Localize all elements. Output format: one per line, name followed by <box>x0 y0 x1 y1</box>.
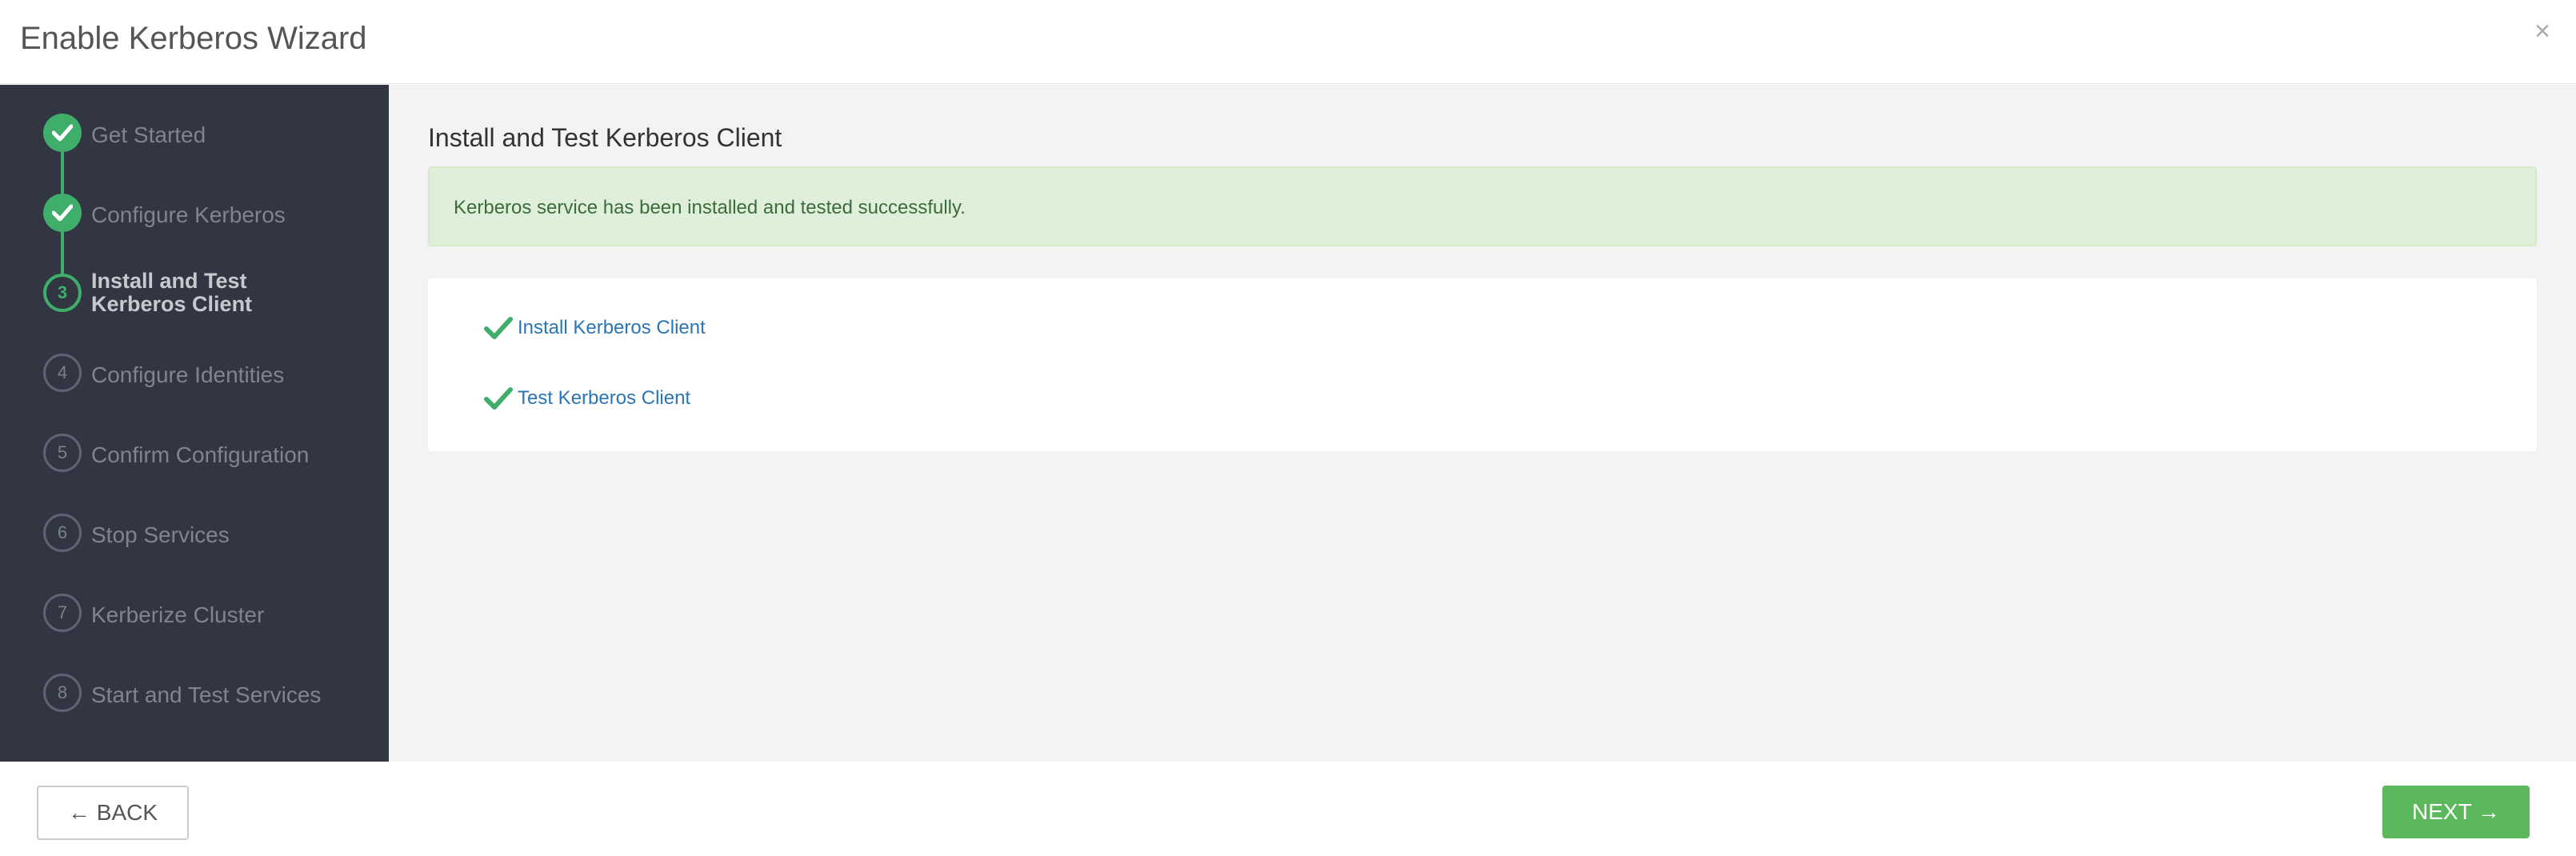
check-icon <box>484 387 513 410</box>
close-icon[interactable]: × <box>2534 18 2550 45</box>
task-panel: Install Kerberos Client Test Kerberos Cl… <box>428 278 2537 451</box>
page-title: Install and Test Kerberos Client <box>428 123 782 152</box>
step-get-started: Get Started <box>0 114 389 162</box>
wizard-title: Enable Kerberos Wizard <box>20 21 367 56</box>
step-label: Get Started <box>91 122 206 147</box>
step-label-line: Install and Test <box>91 269 247 293</box>
task-test-kerberos-client: Test Kerberos Client <box>484 382 690 414</box>
check-icon <box>43 114 82 152</box>
step-start-and-test-services: 8 Start and Test Services <box>0 674 389 722</box>
step-label: Stop Services <box>91 522 230 547</box>
wizard-steps-sidebar: Get Started Configure Kerberos 3 Install… <box>0 85 389 762</box>
wizard-header: Enable Kerberos Wizard × <box>0 0 2576 84</box>
wizard-content: Install and Test Kerberos Client Kerbero… <box>389 85 2576 762</box>
back-button[interactable]: ← BACK <box>37 786 189 840</box>
step-install-and-test: 3 Install and Test Kerberos Client <box>0 270 389 322</box>
step-number-badge: 7 <box>43 594 82 632</box>
step-label: Kerberize Cluster <box>91 602 265 627</box>
task-link[interactable]: Test Kerberos Client <box>518 387 690 410</box>
task-install-kerberos-client: Install Kerberos Client <box>484 312 706 344</box>
step-number-badge: 3 <box>43 274 82 312</box>
wizard-footer: ← BACK NEXT → <box>0 762 2576 856</box>
next-button[interactable]: NEXT → <box>2382 786 2530 838</box>
check-icon <box>43 194 82 232</box>
step-label: Configure Identities <box>91 362 285 387</box>
step-label: Install and Test Kerberos Client <box>91 270 252 316</box>
step-number-badge: 4 <box>43 354 82 392</box>
step-label-line: Kerberos Client <box>91 292 253 316</box>
alert-message: Kerberos service has been installed and … <box>454 197 966 218</box>
check-icon <box>484 317 513 339</box>
step-configure-kerberos: Configure Kerberos <box>0 194 389 242</box>
step-label: Start and Test Services <box>91 682 322 707</box>
step-number-badge: 6 <box>43 514 82 552</box>
step-stop-services: 6 Stop Services <box>0 514 389 562</box>
success-alert: Kerberos service has been installed and … <box>428 166 2537 246</box>
task-link[interactable]: Install Kerberos Client <box>518 317 706 339</box>
step-label: Configure Kerberos <box>91 202 286 227</box>
step-confirm-configuration: 5 Confirm Configuration <box>0 434 389 482</box>
step-kerberize-cluster: 7 Kerberize Cluster <box>0 594 389 642</box>
step-configure-identities: 4 Configure Identities <box>0 354 389 402</box>
step-number-badge: 5 <box>43 434 82 472</box>
step-number-badge: 8 <box>43 674 82 712</box>
step-label: Confirm Configuration <box>91 442 310 467</box>
